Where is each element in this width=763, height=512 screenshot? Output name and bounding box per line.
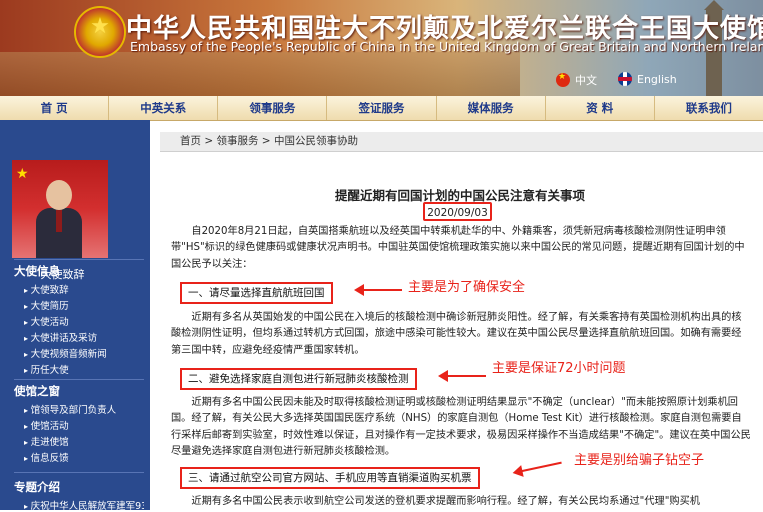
sidebar: ★ 大使致辞 大使信息 大使致辞 大使简历 大使活动 大使讲话及采访 大使视频音…: [0, 120, 150, 512]
great-wall-image: [0, 52, 520, 96]
nav-resources[interactable]: 资 料: [546, 96, 655, 120]
lang-chinese-label: 中文: [575, 74, 597, 87]
section1-body: 近期有多名从英国始发的中国公民在入境后的核酸检测中确诊新冠肺炎阳性。经了解，有关…: [171, 312, 742, 356]
annotation-arrow: [520, 461, 562, 473]
lang-english-link[interactable]: English: [618, 72, 677, 86]
section3-body: 近期有多名中国公民表示收到航空公司发送的登机要求提醒而影响行程。经了解，有关公民…: [191, 496, 700, 507]
sidebar-item-ambassador-speech[interactable]: 大使致辞: [24, 282, 69, 296]
national-emblem-icon: ★: [74, 6, 126, 58]
section3-heading: 三、请通过航空公司官方网站、手机应用等直销渠道购买机票: [180, 467, 480, 489]
nav-home[interactable]: 首 页: [0, 96, 110, 120]
sidebar-section-topics: 专题介绍: [14, 480, 60, 494]
nav-visa-services[interactable]: 签证服务: [327, 96, 437, 120]
sidebar-divider: [14, 259, 144, 260]
sidebar-item-embassy-activities[interactable]: 使馆活动: [24, 418, 69, 432]
sidebar-item-feedback[interactable]: 信息反馈: [24, 450, 69, 464]
lang-english-label: English: [637, 72, 677, 86]
section2-heading: 二、避免选择家庭自测包进行新冠肺炎核酸检测: [180, 368, 417, 390]
nav-media-services[interactable]: 媒体服务: [437, 96, 546, 120]
ambassador-photo[interactable]: ★: [12, 160, 108, 258]
annotation-note-3: 主要是别给骗子钻空子: [574, 453, 705, 468]
china-flag-icon: [556, 72, 570, 87]
sidebar-item-video-audio-news[interactable]: 大使视频音频新闻: [24, 346, 107, 360]
sidebar-item-former-ambassadors[interactable]: 历任大使: [24, 362, 69, 376]
site-title-en: Embassy of the People's Republic of Chin…: [130, 39, 763, 54]
sidebar-item-ambassador-activities[interactable]: 大使活动: [24, 314, 69, 328]
figure-head: [46, 180, 72, 210]
flag-star-icon: ★: [16, 166, 29, 182]
main-nav: 首 页 中英关系 领事服务 签证服务 媒体服务 资 料 联系我们: [0, 96, 763, 121]
sidebar-divider: [14, 472, 144, 473]
article-date: 2020/09/03: [423, 202, 492, 221]
sidebar-item-speeches-interviews[interactable]: 大使讲话及采访: [24, 330, 98, 344]
sidebar-divider: [14, 379, 144, 380]
section1-heading: 一、请尽量选择直航航班回国: [180, 282, 333, 304]
breadcrumb-text[interactable]: 首页 > 领事服务 > 中国公民领事协助: [160, 135, 358, 147]
sidebar-item-ambassador-bio[interactable]: 大使简历: [24, 298, 69, 312]
sidebar-item-leaders-departments[interactable]: 馆领导及部门负责人: [24, 402, 117, 416]
uk-flag-icon: [618, 72, 632, 86]
sidebar-section-embassy-window: 使馆之窗: [14, 384, 60, 398]
lang-chinese-link[interactable]: 中文: [556, 72, 597, 88]
sidebar-section-ambassador-info: 大使信息: [14, 264, 60, 278]
breadcrumb: 首页 > 领事服务 > 中国公民领事协助: [160, 132, 763, 152]
article-intro: 自2020年8月21日起，自英国搭乘航班以及经英国中转乘机赴华的中、外籍乘客，须…: [171, 226, 745, 270]
annotation-note-1: 主要是为了确保安全: [408, 280, 526, 295]
nav-china-uk-relations[interactable]: 中英关系: [109, 96, 219, 120]
annotation-arrow: [354, 284, 402, 296]
annotation-arrow: [438, 370, 486, 382]
annotation-note-2: 主要是保证72小时问题: [492, 361, 626, 376]
nav-contact-us[interactable]: 联系我们: [655, 96, 763, 120]
nav-consular-services[interactable]: 领事服务: [218, 96, 328, 120]
ambassador-figure: [36, 180, 82, 258]
header-banner: ★ 中华人民共和国驻大不列颠及北爱尔兰联合王国大使馆 Embassy of th…: [0, 0, 763, 96]
figure-tie: [56, 210, 62, 232]
sidebar-item-visit-embassy[interactable]: 走进使馆: [24, 434, 69, 448]
